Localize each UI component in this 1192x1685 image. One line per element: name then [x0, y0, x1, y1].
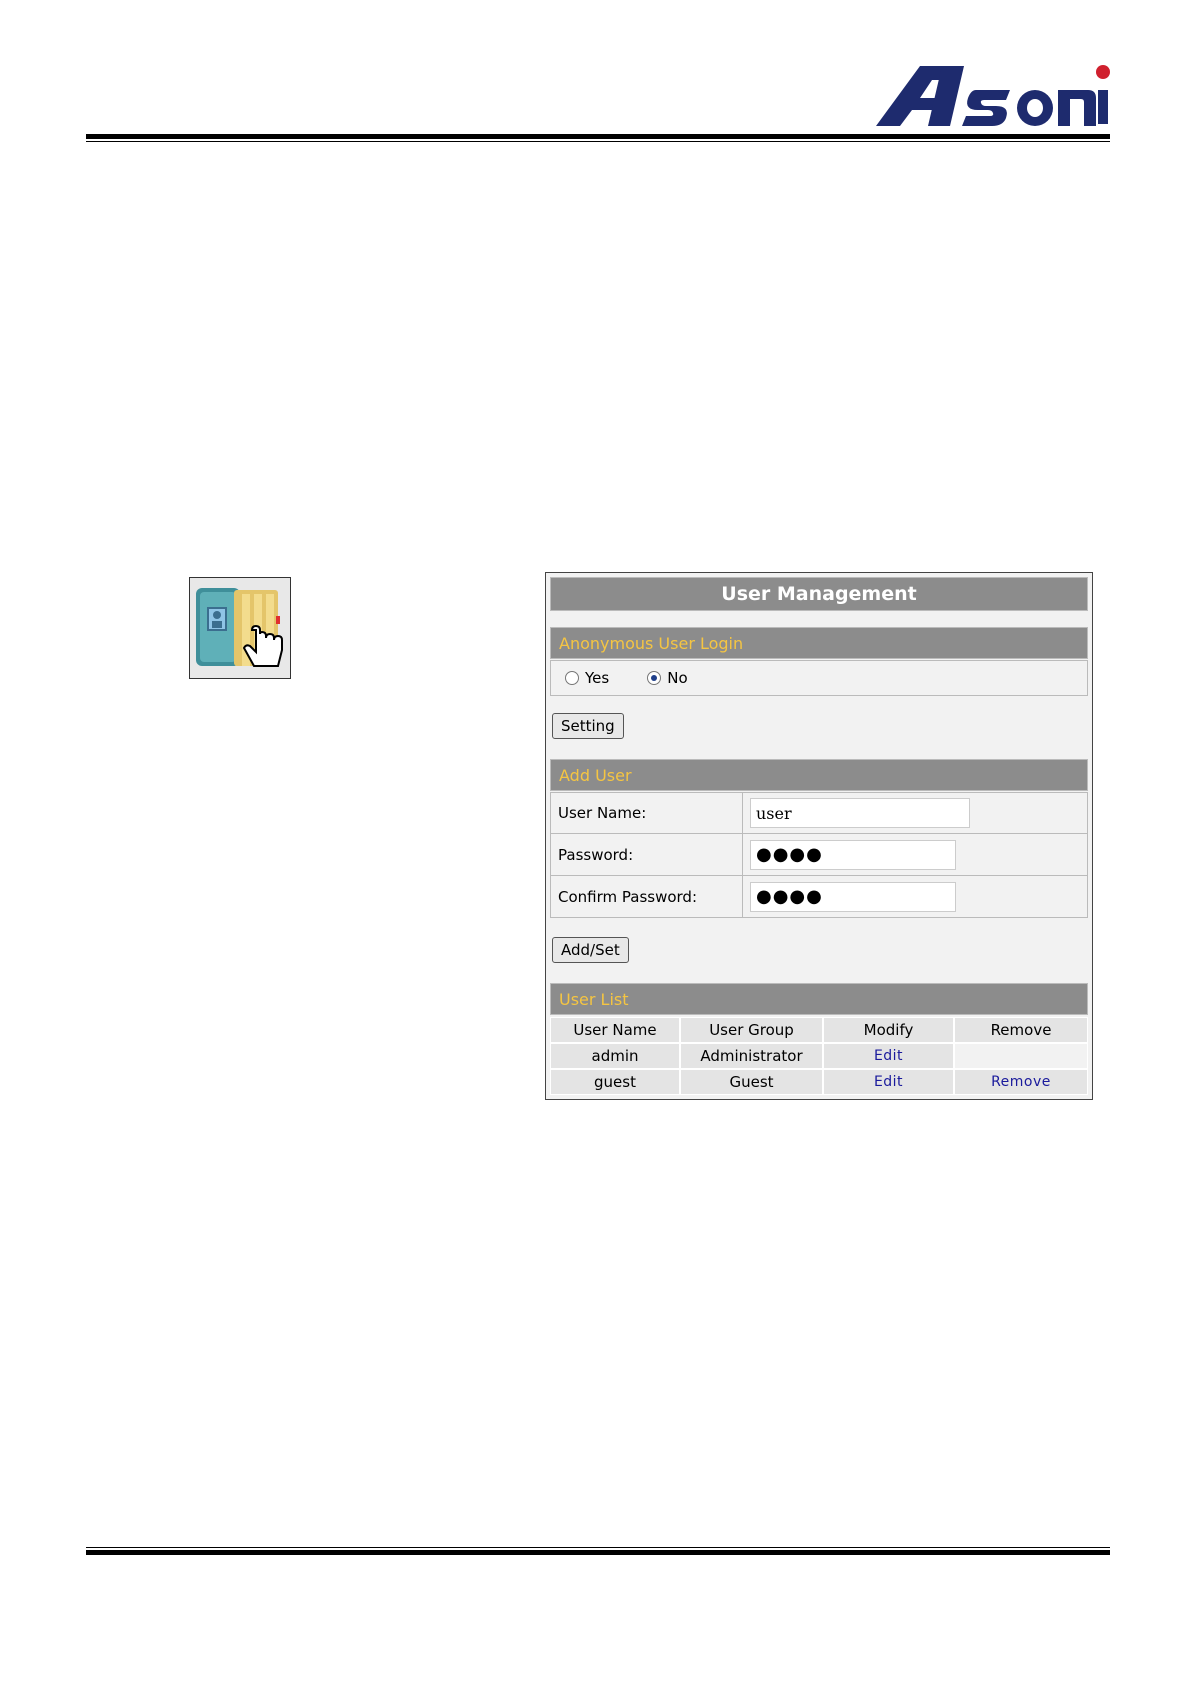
anonymous-no-option[interactable]: No [647, 669, 688, 687]
table-header-row: User Name User Group Modify Remove [550, 1017, 1088, 1043]
username-row: User Name: user [550, 792, 1088, 834]
password-row: Password: ●●●● [550, 834, 1088, 876]
row-remove-cell: Remove [954, 1069, 1088, 1095]
row-modify-cell: Edit [823, 1043, 954, 1069]
col-header-usergroup: User Group [680, 1017, 823, 1043]
setting-button[interactable]: Setting [552, 713, 624, 739]
edit-link[interactable]: Edit [874, 1048, 903, 1064]
col-header-remove: Remove [954, 1017, 1088, 1043]
row-usergroup: Administrator [680, 1043, 823, 1069]
anonymous-yes-option[interactable]: Yes [565, 669, 609, 687]
remove-link[interactable]: Remove [991, 1074, 1051, 1090]
anonymous-login-options: Yes No [550, 660, 1088, 696]
col-header-modify: Modify [823, 1017, 954, 1043]
col-header-username: User Name [550, 1017, 680, 1043]
header-rule-thin [86, 141, 1110, 142]
edit-link[interactable]: Edit [874, 1074, 903, 1090]
anonymous-login-header: Anonymous User Login [550, 627, 1088, 659]
panel-title: User Management [550, 577, 1088, 611]
password-label: Password: [551, 834, 743, 875]
asoni-logo [876, 65, 1110, 126]
table-row: guest Guest Edit Remove [550, 1069, 1088, 1095]
radio-no-label: No [667, 669, 688, 687]
radio-yes[interactable] [565, 671, 579, 685]
confirm-password-row: Confirm Password: ●●●● [550, 876, 1088, 918]
footer-rule-thick [86, 1550, 1110, 1555]
username-label: User Name: [551, 793, 743, 833]
user-management-app-icon [189, 577, 291, 679]
row-usergroup: Guest [680, 1069, 823, 1095]
add-user-form: User Name: user Password: ●●●● Confirm P… [550, 792, 1088, 918]
footer-rule-thin [86, 1547, 1110, 1548]
confirm-password-label: Confirm Password: [551, 876, 743, 917]
username-input[interactable]: user [750, 798, 970, 828]
add-user-header: Add User [550, 759, 1088, 791]
radio-yes-label: Yes [585, 669, 610, 687]
user-list-header: User List [550, 983, 1088, 1015]
user-list-table: User Name User Group Modify Remove admin… [550, 1017, 1088, 1095]
confirm-password-input[interactable]: ●●●● [750, 881, 956, 912]
user-management-panel: User Management Anonymous User Login Yes… [545, 572, 1093, 1100]
radio-no[interactable] [647, 671, 662, 685]
row-username: admin [550, 1043, 680, 1069]
table-row: admin Administrator Edit [550, 1043, 1088, 1069]
password-input[interactable]: ●●●● [750, 839, 956, 870]
row-remove-cell [954, 1043, 1088, 1069]
row-username: guest [550, 1069, 680, 1095]
user-folder-hand-icon [190, 578, 290, 678]
add-set-button[interactable]: Add/Set [552, 937, 629, 963]
row-modify-cell: Edit [823, 1069, 954, 1095]
header-rule-thick [86, 134, 1110, 139]
